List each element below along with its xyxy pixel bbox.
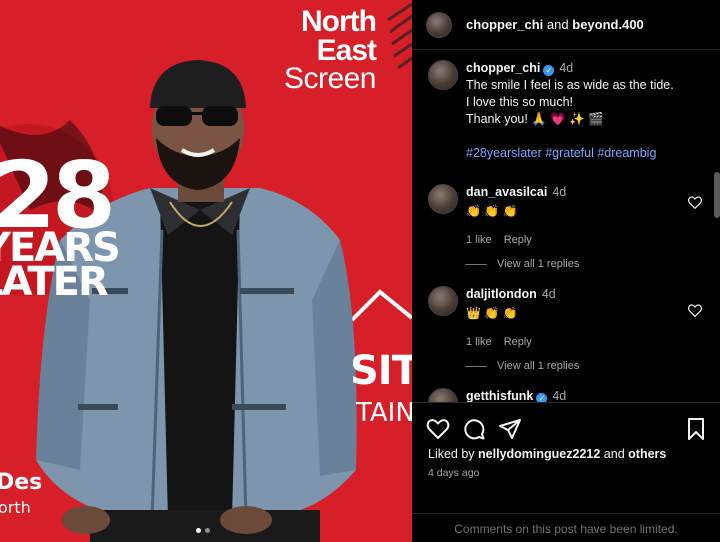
liked-by-text: Liked by nellydominguez2212 and others [428, 447, 666, 461]
view-replies-button[interactable]: View all 1 replies [465, 360, 579, 372]
north-east-screen-logo: North East Screen [283, 5, 377, 95]
carousel-dot-1[interactable] [196, 528, 201, 533]
bookmark-icon[interactable] [684, 417, 708, 441]
backdrop-later-text: LATER [0, 259, 109, 305]
liked-user-link[interactable]: nellydominguez2212 [478, 447, 600, 461]
comment-item: daljitlondon 4d 👑 👏 👏 1 like Reply [428, 286, 708, 351]
header-joiner: and [546, 17, 569, 32]
share-icon[interactable] [498, 417, 522, 441]
post-caption: chopper_chi ✓ 4d The smile I feel is as wi… [428, 60, 708, 162]
caption-line-3: Thank you! 🙏 💗 ✨ 🎬 [466, 112, 604, 126]
action-bar [426, 417, 708, 441]
view-replies-label: View all 1 replies [497, 360, 580, 372]
comment-username[interactable]: daljitlondon [466, 287, 537, 301]
backdrop-left-text-1: Des [0, 470, 43, 495]
carousel-indicator[interactable] [196, 528, 210, 533]
reply-button[interactable]: Reply [504, 234, 532, 246]
post-header: chopper_chi and beyond.400 [412, 0, 720, 50]
logo-word-screen: Screen [283, 62, 377, 95]
heart-icon[interactable] [688, 196, 702, 209]
liked-and: and [603, 447, 625, 461]
comment-username[interactable]: getthisfunk [466, 389, 533, 403]
comment-time[interactable]: 4d [552, 185, 566, 199]
avatar[interactable] [428, 60, 458, 90]
comments-limited-notice: Comments on this post have been limited. [412, 513, 720, 536]
comment-username[interactable]: dan_avasilcai [466, 185, 547, 199]
post-detail-panel: chopper_chi and beyond.400 chopper_chi ✓ 4… [412, 0, 720, 542]
comment-likes[interactable]: 1 like [466, 234, 492, 246]
heart-icon[interactable] [426, 417, 450, 441]
backdrop-left-text-2: orth [0, 498, 31, 517]
view-replies-button[interactable]: View all 1 replies [465, 258, 579, 270]
avatar[interactable] [428, 184, 458, 214]
carousel-dot-2[interactable] [205, 528, 210, 533]
comment-time[interactable]: 4d [542, 287, 556, 301]
backdrop-right-text-2: TAIN [356, 398, 412, 428]
caption-line-1: The smile I feel is as wide as the tide. [466, 78, 674, 92]
comment-icon[interactable] [462, 417, 486, 441]
post-timestamp[interactable]: 4 days ago [428, 467, 479, 479]
header-usernames: chopper_chi and beyond.400 [466, 17, 644, 32]
comment-likes[interactable]: 1 like [466, 336, 492, 348]
comment-text: 👑 👏 👏 [466, 306, 518, 320]
comment-time[interactable]: 4d [552, 389, 566, 403]
avatar[interactable] [428, 286, 458, 316]
backdrop-right-text-1: SIT [350, 348, 412, 394]
avatar[interactable] [426, 11, 452, 38]
logo-word-east: East [316, 33, 377, 67]
view-replies-label: View all 1 replies [497, 258, 580, 270]
header-username-1[interactable]: chopper_chi [466, 17, 543, 32]
caption-hashtags[interactable]: #28yearslater #grateful #dreambig [466, 145, 674, 162]
header-username-2[interactable]: beyond.400 [572, 17, 644, 32]
logo-word-north: North [301, 5, 377, 38]
heart-icon[interactable] [688, 304, 702, 317]
comments-scrollbar[interactable] [714, 172, 720, 218]
comment-text: 👏 👏 👏 [466, 204, 518, 218]
caption-line-2: I love this so much! [466, 95, 573, 109]
liked-prefix: Liked by [428, 447, 475, 461]
caption-username[interactable]: chopper_chi [466, 61, 540, 75]
comment-item: dan_avasilcai 4d 👏 👏 👏 1 like Reply [428, 184, 708, 249]
verified-badge-icon: ✓ [543, 65, 555, 76]
liked-others-link[interactable]: others [628, 447, 666, 461]
reply-button[interactable]: Reply [504, 336, 532, 348]
post-photo[interactable]: North East Screen 28 YEARS LATER SIT TAI… [0, 0, 412, 542]
post-actions-footer: Liked by nellydominguez2212 and others 4… [412, 402, 720, 542]
caption-time[interactable]: 4d [559, 61, 573, 75]
